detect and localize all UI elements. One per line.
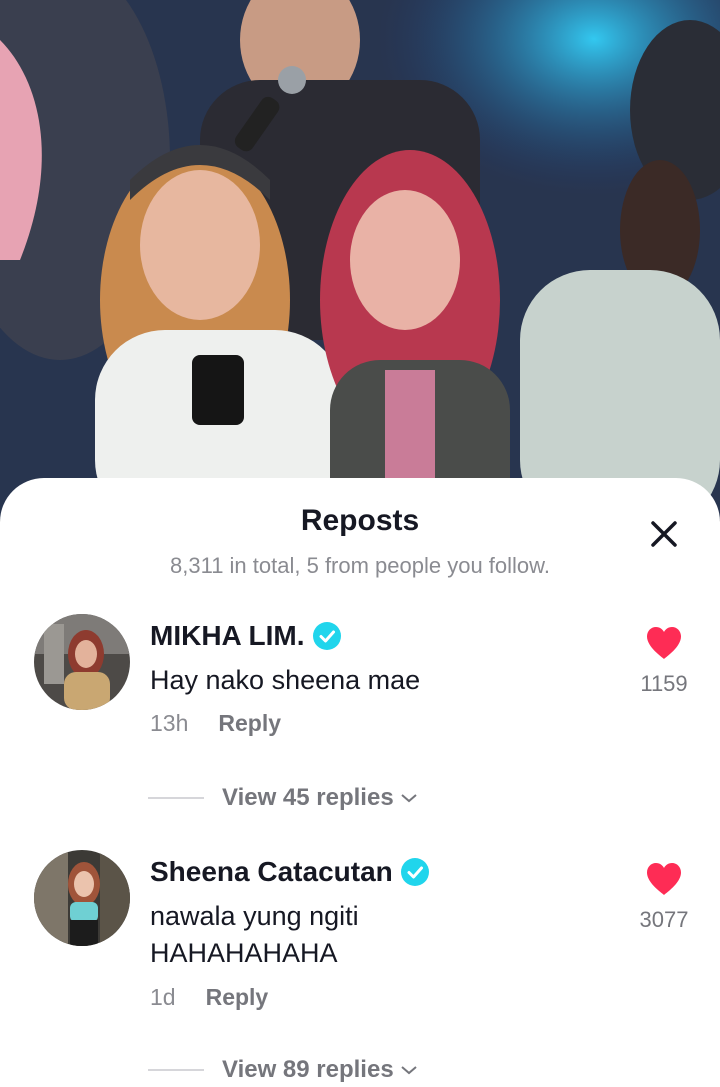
like-button[interactable]: 1159 <box>630 626 698 697</box>
heart-icon <box>647 863 681 895</box>
comment-author[interactable]: MIKHA LIM. <box>150 620 341 652</box>
comment-text: nawala yung ngiti HAHAHAHAHA <box>150 901 359 968</box>
comment-meta: 13h Reply <box>150 710 281 737</box>
close-button[interactable] <box>644 514 684 554</box>
view-replies-label: View 45 replies <box>222 784 394 811</box>
chevron-down-icon <box>401 794 417 803</box>
author-name: MIKHA LIM. <box>150 620 305 651</box>
view-replies-label: View 89 replies <box>222 1056 394 1083</box>
view-replies-button[interactable]: View 45 replies <box>148 784 418 812</box>
avatar[interactable] <box>34 614 130 710</box>
verified-badge-icon <box>400 858 429 886</box>
reposts-sheet: Reposts 8,311 in total, 5 from people yo… <box>0 478 720 1087</box>
author-name: Sheena Catacutan <box>150 856 393 887</box>
sheet-title: Reposts <box>300 504 420 537</box>
heart-icon <box>647 627 681 659</box>
close-icon <box>651 521 677 547</box>
video-background <box>0 0 720 520</box>
comment-time: 1d <box>150 984 176 1010</box>
avatar[interactable] <box>34 850 130 946</box>
comment-meta: 1d Reply <box>150 984 268 1011</box>
like-count: 1159 <box>640 671 688 696</box>
reply-button[interactable]: Reply <box>218 710 281 737</box>
verified-badge-icon <box>312 622 341 650</box>
divider <box>148 797 204 799</box>
comment-author[interactable]: Sheena Catacutan <box>150 856 429 888</box>
divider <box>148 1069 204 1071</box>
sheet-subtitle: 8,311 in total, 5 from people you follow… <box>170 553 550 578</box>
comment-text: Hay nako sheena mae <box>150 665 421 695</box>
video-frame-illustration <box>0 0 720 520</box>
comment-time: 13h <box>150 710 189 736</box>
like-button[interactable]: 3077 <box>630 862 698 933</box>
reply-button[interactable]: Reply <box>206 984 269 1011</box>
like-count: 3077 <box>639 907 689 932</box>
view-replies-button[interactable]: View 89 replies <box>148 1056 418 1084</box>
chevron-down-icon <box>401 1066 417 1075</box>
